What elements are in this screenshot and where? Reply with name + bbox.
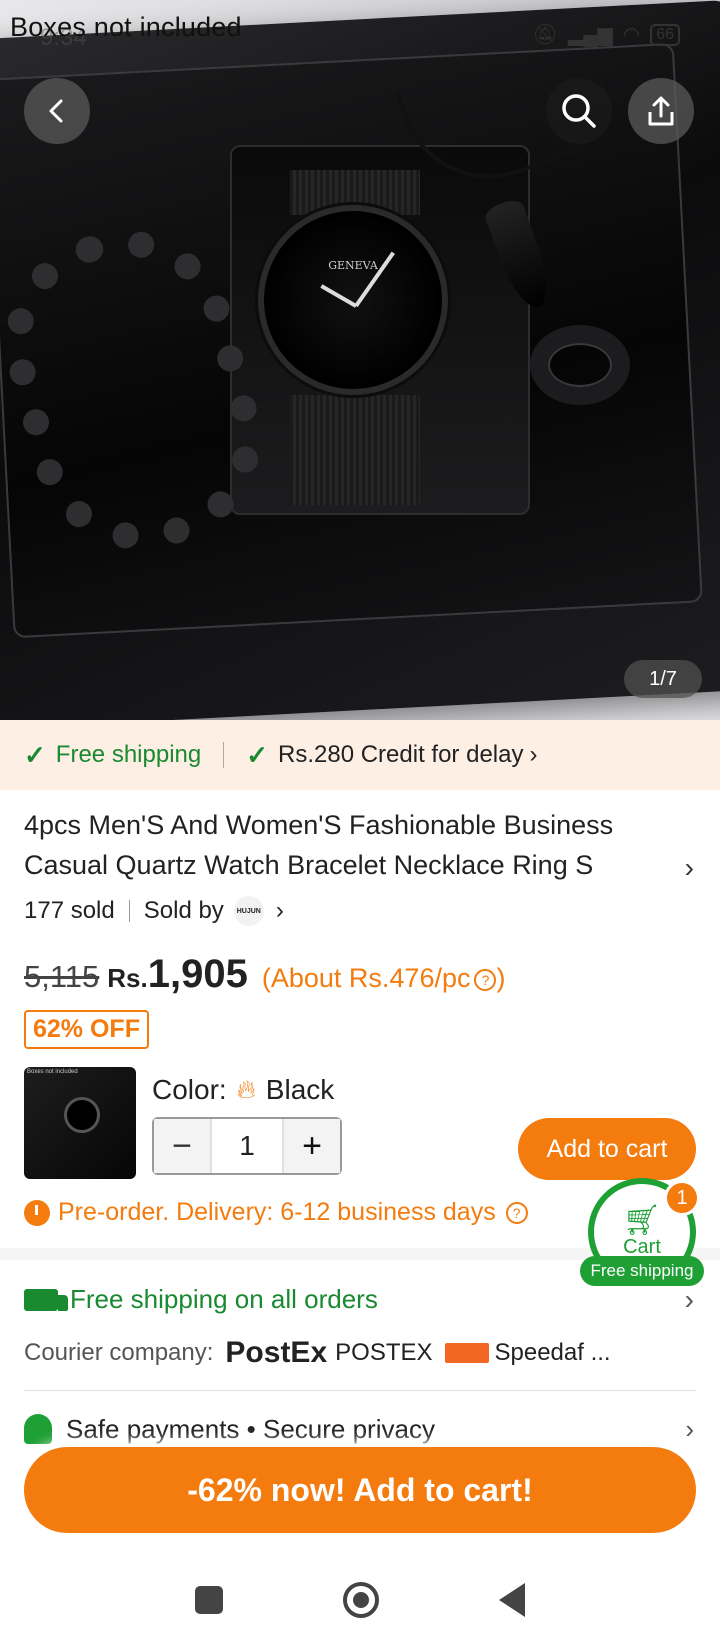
original-price: 5,115 xyxy=(24,959,100,994)
cart-count-badge: 1 xyxy=(664,1180,700,1216)
speedaf-logo xyxy=(444,1343,489,1363)
mute-icon: 🔕︎ xyxy=(532,24,558,46)
discount-badge: 62% OFF xyxy=(24,1010,149,1049)
main-add-to-cart-button[interactable]: -62% now! Add to cart! xyxy=(24,1447,696,1533)
watch-strap-bottom xyxy=(290,395,420,505)
delay-credit-label: Rs.280 Credit for delay xyxy=(278,741,524,768)
free-shipping-label: Free shipping xyxy=(55,741,202,768)
courier-label: Courier company: xyxy=(24,1339,214,1366)
add-to-cart-button[interactable]: Add to cart xyxy=(518,1118,696,1180)
seller-logo[interactable]: HUJUN xyxy=(233,896,264,926)
share-icon xyxy=(648,96,674,126)
quantity-value[interactable]: 1 xyxy=(210,1119,284,1173)
color-value: Black xyxy=(265,1074,335,1105)
watch-face-image: GENEVA xyxy=(258,205,448,395)
check-icon: ✓ xyxy=(246,739,269,770)
back-button[interactable] xyxy=(24,78,90,144)
color-row: Color: 🔥︎ Black xyxy=(152,1074,334,1106)
truck-icon xyxy=(24,1288,68,1311)
product-image-carousel[interactable]: GENEVA 9:34 Boxes not included 🔕︎ ▂▄▆ ◠ … xyxy=(0,0,720,720)
divider xyxy=(24,1390,696,1391)
watch-brand-text: GENEVA xyxy=(328,259,378,272)
thumbnail-watch xyxy=(64,1097,100,1133)
currency-label: Rs. xyxy=(107,963,148,993)
share-button[interactable] xyxy=(628,78,694,144)
flame-icon: 🔥︎ xyxy=(236,1074,256,1104)
quantity-stepper[interactable]: − 1 + xyxy=(152,1117,342,1175)
per-piece-price[interactable]: (About Rs.476/pc?) xyxy=(262,963,506,994)
status-icons: 🔕︎ ▂▄▆ ◠ 66 xyxy=(532,22,680,47)
increase-button[interactable]: + xyxy=(284,1119,340,1173)
safe-payments-row[interactable]: Safe payments • Secure privacy xyxy=(24,1414,435,1444)
cart-free-shipping-tag: Free shipping xyxy=(580,1256,704,1286)
free-shipping-row[interactable]: Free shipping on all orders xyxy=(24,1284,378,1315)
help-icon[interactable]: ? xyxy=(505,1201,528,1224)
back-icon[interactable] xyxy=(499,1583,525,1617)
variant-thumbnail[interactable]: Boxes not included xyxy=(24,1067,136,1179)
cart-icon: 🛒︎ xyxy=(622,1203,662,1237)
chevron-right-icon[interactable]: › xyxy=(685,1414,694,1445)
speedaf-name: Speedaf ... xyxy=(494,1339,611,1366)
sold-by-label: Sold by xyxy=(143,897,224,924)
color-label: Color: xyxy=(152,1074,227,1105)
sold-count: 177 sold xyxy=(24,897,115,924)
product-title[interactable]: 4pcs Men'S And Women'S Fashionable Busin… xyxy=(24,805,664,885)
chevron-right-icon[interactable]: › xyxy=(685,852,694,884)
chevron-right-icon[interactable]: › xyxy=(685,1284,694,1316)
postex-logo: PostEx xyxy=(225,1336,328,1369)
price-row: 5,115 Rs. 1,905 (About Rs.476/pc?) xyxy=(24,952,505,997)
decrease-button[interactable]: − xyxy=(154,1119,210,1173)
safe-payments-label: Safe payments • Secure privacy xyxy=(66,1414,435,1444)
signal-icon: ▂▄▆ xyxy=(567,24,613,46)
recents-icon[interactable] xyxy=(195,1586,223,1614)
preorder-text: Pre-order. Delivery: 6-12 business days xyxy=(58,1198,496,1226)
image-caption: Boxes not included xyxy=(10,12,242,42)
clock-icon xyxy=(24,1199,50,1226)
chevron-right-icon: › xyxy=(529,741,538,768)
search-icon xyxy=(562,94,596,128)
divider xyxy=(223,742,225,768)
help-icon[interactable]: ? xyxy=(474,969,497,991)
shipping-banner[interactable]: ✓ Free shipping ✓ Rs.280 Credit for dela… xyxy=(0,720,720,790)
per-piece-text: (About Rs.476/pc xyxy=(261,963,471,993)
back-arrow-icon xyxy=(49,99,63,123)
thumbnail-caption: Boxes not included xyxy=(27,1069,78,1075)
system-nav-bar xyxy=(0,1560,720,1640)
preorder-notice: Pre-order. Delivery: 6-12 business days … xyxy=(24,1198,528,1227)
chevron-right-icon[interactable]: › xyxy=(276,897,284,925)
postex-name: POSTEX xyxy=(335,1339,433,1366)
per-piece-close: ) xyxy=(496,963,506,993)
check-icon: ✓ xyxy=(24,739,46,770)
sold-row: 177 sold Sold by HUJUN › xyxy=(24,896,284,926)
wifi-icon: ◠ xyxy=(622,24,641,46)
shield-icon xyxy=(24,1414,52,1444)
ring-image xyxy=(530,325,630,405)
free-shipping-all-label: Free shipping on all orders xyxy=(70,1284,378,1314)
search-button[interactable] xyxy=(546,78,612,144)
courier-row: Courier company: PostEx POSTEX Speedaf .… xyxy=(24,1336,611,1370)
home-icon[interactable] xyxy=(343,1582,379,1618)
watch-hand xyxy=(320,284,357,308)
image-counter: 1/7 xyxy=(624,660,702,698)
sale-price: 1,905 xyxy=(147,952,248,996)
divider xyxy=(128,900,130,922)
battery-icon: 66 xyxy=(650,23,680,46)
